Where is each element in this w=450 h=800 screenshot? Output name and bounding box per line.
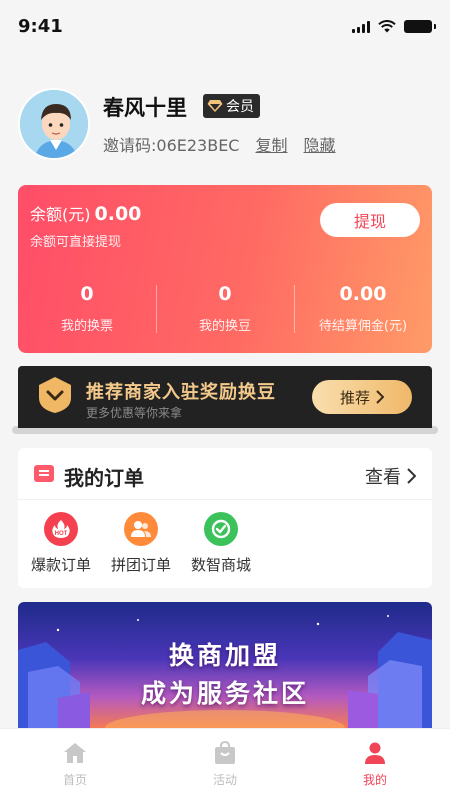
hot-icon: HOT <box>44 512 78 546</box>
home-icon <box>64 743 86 763</box>
status-bar: 9:41 <box>0 0 450 56</box>
group-icon <box>124 512 158 546</box>
orders-title: 我的订单 <box>64 466 144 490</box>
mall-icon <box>204 512 238 546</box>
recommend-button-label: 推荐 <box>339 388 370 407</box>
tab-home[interactable]: 首页 <box>0 729 150 800</box>
profile-header: 春风十里 会员 邀请码:06E23BEC 复制 隐藏 <box>18 88 432 168</box>
balance-card: 余额(元) 0.00 余额可直接提现 提现 0 我的换票 0 我的换豆 0.00… <box>18 185 432 353</box>
invite-row: 邀请码:06E23BEC 复制 隐藏 <box>103 132 336 156</box>
status-icons <box>352 20 436 33</box>
balance-subtitle: 余额可直接提现 <box>30 235 122 250</box>
tab-activity[interactable]: 活动 <box>150 729 300 800</box>
withdraw-button[interactable]: 提现 <box>320 203 420 237</box>
stat-commission[interactable]: 0.00 待结算佣金(元) <box>294 283 432 337</box>
order-item-mall[interactable]: 数智商城 <box>188 512 254 575</box>
member-badge-label: 会员 <box>226 99 254 115</box>
order-item-group[interactable]: 拼团订单 <box>108 512 174 575</box>
stat-label: 待结算佣金(元) <box>318 319 408 334</box>
stat-beans[interactable]: 0 我的换豆 <box>156 283 294 337</box>
balance-title: 余额(元) 0.00 <box>30 201 141 225</box>
stat-tickets[interactable]: 0 我的换票 <box>18 283 156 337</box>
order-item-label: 爆款订单 <box>30 556 91 574</box>
user-name: 春风十里 <box>103 96 187 120</box>
tab-mine[interactable]: 我的 <box>300 729 450 800</box>
bottom-tab-bar: 首页 活动 我的 <box>0 728 450 800</box>
diamond-icon <box>207 100 223 112</box>
orders-card: 我的订单 查看 HOT 爆款订单 拼团订单 数智商城 <box>18 448 432 588</box>
tab-label: 活动 <box>212 773 237 787</box>
invite-code: 邀请码:06E23BEC <box>103 136 240 155</box>
order-item-label: 拼团订单 <box>110 556 171 574</box>
tab-label: 首页 <box>62 773 87 787</box>
banner-line-2: 成为服务社区 <box>140 679 309 708</box>
stat-label: 我的换票 <box>60 319 113 334</box>
promo-subtitle: 更多优惠等你来拿 <box>86 406 183 420</box>
svg-text:HOT: HOT <box>55 531 68 537</box>
shield-chevron-icon <box>39 377 71 413</box>
promo-title: 推荐商家入驻奖励换豆 <box>86 382 276 403</box>
recommend-button[interactable]: 推荐 <box>312 380 412 414</box>
user-icon <box>365 742 385 764</box>
stat-label: 我的换豆 <box>198 319 251 334</box>
banner-line-1: 换商加盟 <box>168 641 281 670</box>
tab-label: 我的 <box>362 773 387 787</box>
stat-value: 0 <box>218 283 232 305</box>
balance-stats: 0 我的换票 0 我的换豆 0.00 待结算佣金(元) <box>18 283 432 337</box>
avatar-illustration <box>20 90 88 158</box>
ticket-icon <box>34 465 54 482</box>
stat-value: 0 <box>80 283 94 305</box>
balance-value: 0.00 <box>94 203 142 225</box>
order-item-hot[interactable]: HOT 爆款订单 <box>28 512 94 575</box>
copy-link[interactable]: 复制 <box>255 132 287 156</box>
chevron-right-icon <box>376 390 384 404</box>
wifi-icon <box>378 20 396 33</box>
orders-header: 我的订单 查看 <box>18 448 432 500</box>
status-time: 9:41 <box>18 16 63 37</box>
bag-icon <box>215 741 235 764</box>
balance-label: 余额(元) <box>30 205 91 224</box>
signal-icon <box>352 20 370 33</box>
member-badge: 会员 <box>203 94 260 118</box>
stat-value: 0.00 <box>339 283 387 305</box>
promo-banner[interactable]: 推荐商家入驻奖励换豆 更多优惠等你来拿 推荐 <box>18 366 432 428</box>
order-item-label: 数智商城 <box>190 556 251 574</box>
franchise-banner[interactable]: 换商加盟 成为服务社区 <box>18 602 432 728</box>
hide-link[interactable]: 隐藏 <box>304 132 336 156</box>
battery-icon <box>404 20 436 33</box>
chevron-right-icon <box>407 468 416 484</box>
order-shortcuts: HOT 爆款订单 拼团订单 数智商城 <box>28 512 254 575</box>
view-orders-label: 查看 <box>365 467 401 488</box>
avatar[interactable] <box>18 88 90 160</box>
view-orders-link[interactable]: 查看 <box>365 463 416 489</box>
